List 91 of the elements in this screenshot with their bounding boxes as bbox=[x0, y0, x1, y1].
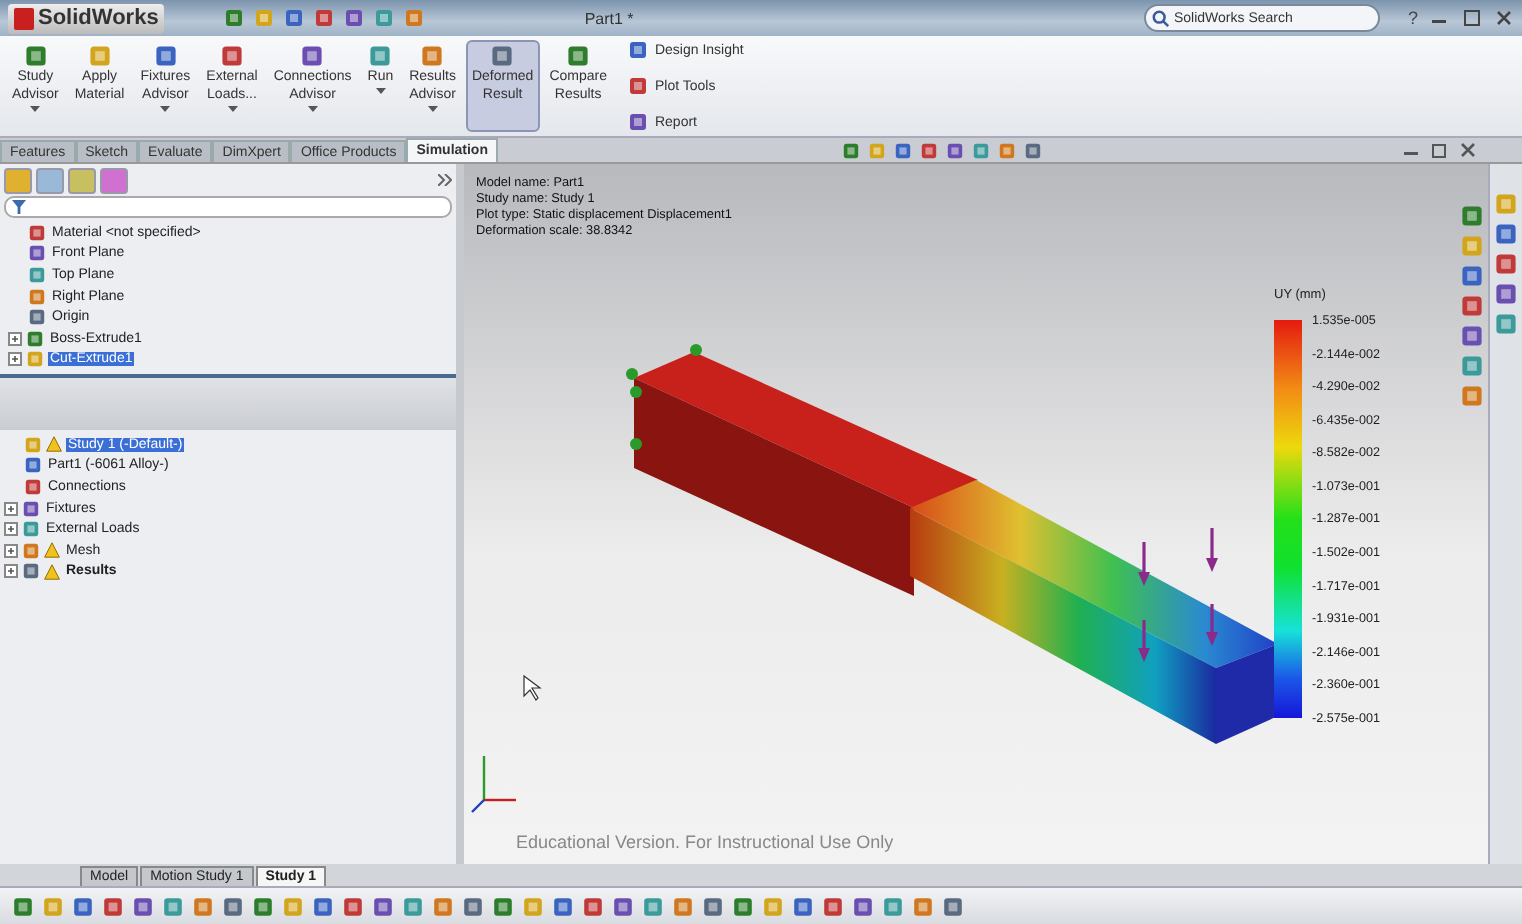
help-button[interactable]: ? bbox=[1407, 8, 1418, 28]
toolbar-icon[interactable] bbox=[102, 895, 124, 917]
view-tool-icon[interactable] bbox=[1460, 384, 1484, 408]
toolbar-icon[interactable] bbox=[132, 895, 154, 917]
task-pane-icon[interactable] bbox=[1494, 222, 1518, 246]
app-name: SolidWorks bbox=[38, 6, 159, 30]
toolbar-icon[interactable] bbox=[224, 8, 245, 28]
tool-icon bbox=[153, 44, 178, 68]
close-icon[interactable] bbox=[1494, 8, 1514, 28]
caret-icon bbox=[227, 106, 237, 112]
toolbar-icon[interactable] bbox=[432, 895, 454, 917]
toolbar-icon[interactable] bbox=[552, 895, 574, 917]
logo-icon bbox=[14, 7, 34, 29]
toolbar-icon[interactable] bbox=[252, 895, 274, 917]
tool-icon bbox=[420, 44, 445, 68]
tool-icon bbox=[300, 44, 325, 68]
toolbar-icon[interactable] bbox=[942, 895, 964, 917]
toolbar-icon[interactable] bbox=[492, 895, 514, 917]
toolbar-icon[interactable] bbox=[792, 895, 814, 917]
load-arrow bbox=[1138, 542, 1150, 586]
view-tool-icon[interactable] bbox=[1460, 294, 1484, 318]
toolbar-icon[interactable] bbox=[822, 895, 844, 917]
toolbar-icon[interactable] bbox=[612, 895, 634, 917]
tool-icon bbox=[23, 44, 48, 68]
toolbar-icon[interactable] bbox=[702, 895, 724, 917]
tool-icon bbox=[220, 44, 244, 68]
toolbar-icon[interactable] bbox=[72, 895, 94, 917]
document-title: Part1 * bbox=[584, 9, 634, 27]
expand-icon[interactable] bbox=[8, 352, 22, 367]
property-manager-tab[interactable] bbox=[36, 167, 64, 193]
restore-icon[interactable] bbox=[1430, 140, 1450, 160]
toolbar-icon[interactable] bbox=[912, 895, 934, 917]
toolbar-icon[interactable] bbox=[672, 895, 694, 917]
axis-triad-icon bbox=[471, 756, 516, 813]
toolbar-icon[interactable] bbox=[12, 895, 34, 917]
caret-icon bbox=[375, 88, 386, 94]
toolbar-icon[interactable] bbox=[314, 8, 335, 28]
toolbar-icon[interactable] bbox=[344, 8, 365, 28]
search-icon bbox=[1151, 9, 1170, 27]
filter-field[interactable] bbox=[4, 196, 452, 218]
toolbar-icon[interactable] bbox=[402, 895, 424, 917]
expand-icon[interactable] bbox=[8, 331, 22, 346]
tool-icon bbox=[368, 44, 393, 68]
close-icon[interactable] bbox=[1458, 140, 1478, 160]
caret-icon bbox=[307, 106, 318, 112]
toolbar-icon[interactable] bbox=[342, 895, 364, 917]
toolbar-icon[interactable] bbox=[582, 895, 604, 917]
caret-icon bbox=[30, 106, 41, 112]
caret-icon bbox=[427, 106, 438, 112]
caret-icon bbox=[160, 106, 171, 112]
load-arrow bbox=[1206, 604, 1218, 646]
expand-icon[interactable] bbox=[4, 543, 18, 558]
filter-icon bbox=[12, 200, 26, 214]
maximize-icon[interactable] bbox=[1462, 8, 1482, 28]
notice-text: Educational Version. For Instructional Use Only bbox=[516, 832, 894, 852]
warning-icon bbox=[46, 436, 62, 453]
expand-icon[interactable] bbox=[4, 522, 18, 537]
task-pane-icon[interactable] bbox=[1494, 312, 1518, 336]
toolbar-icon[interactable] bbox=[372, 895, 394, 917]
mouse-cursor-icon bbox=[523, 674, 542, 701]
toolbar-icon[interactable] bbox=[284, 8, 305, 28]
toolbar-icon[interactable] bbox=[162, 895, 184, 917]
task-pane-icon[interactable] bbox=[1494, 282, 1518, 306]
tool-icon bbox=[628, 112, 649, 132]
toolbar-icon[interactable] bbox=[222, 895, 244, 917]
view-tool-icon[interactable] bbox=[1460, 324, 1484, 348]
toolbar-icon[interactable] bbox=[882, 895, 904, 917]
toolbar-icon[interactable] bbox=[192, 895, 214, 917]
toolbar-icon[interactable] bbox=[852, 895, 874, 917]
fixture-marker bbox=[626, 344, 702, 450]
load-arrow bbox=[1138, 620, 1150, 662]
expand-icon[interactable] bbox=[4, 564, 18, 579]
toolbar-icon[interactable] bbox=[462, 895, 484, 917]
view-tool-icon[interactable] bbox=[1460, 204, 1484, 228]
toolbar-icon[interactable] bbox=[732, 895, 754, 917]
toolbar-icon[interactable] bbox=[312, 895, 334, 917]
load-arrow bbox=[1206, 528, 1218, 572]
view-tool-icon[interactable] bbox=[1460, 264, 1484, 288]
task-pane-icon[interactable] bbox=[1494, 252, 1518, 276]
tool-icon bbox=[490, 44, 515, 68]
view-tool-icon[interactable] bbox=[1460, 354, 1484, 378]
tool-icon bbox=[628, 76, 649, 96]
feature-manager-tab[interactable] bbox=[4, 167, 32, 193]
expand-icon[interactable] bbox=[4, 501, 18, 516]
chevron-icon[interactable] bbox=[438, 174, 452, 186]
dimxpert-manager-tab[interactable] bbox=[100, 167, 128, 193]
configuration-manager-tab[interactable] bbox=[68, 167, 96, 193]
toolbar-icon[interactable] bbox=[642, 895, 664, 917]
tool-icon bbox=[628, 40, 649, 60]
tool-icon bbox=[566, 44, 591, 68]
tool-icon bbox=[87, 44, 112, 68]
